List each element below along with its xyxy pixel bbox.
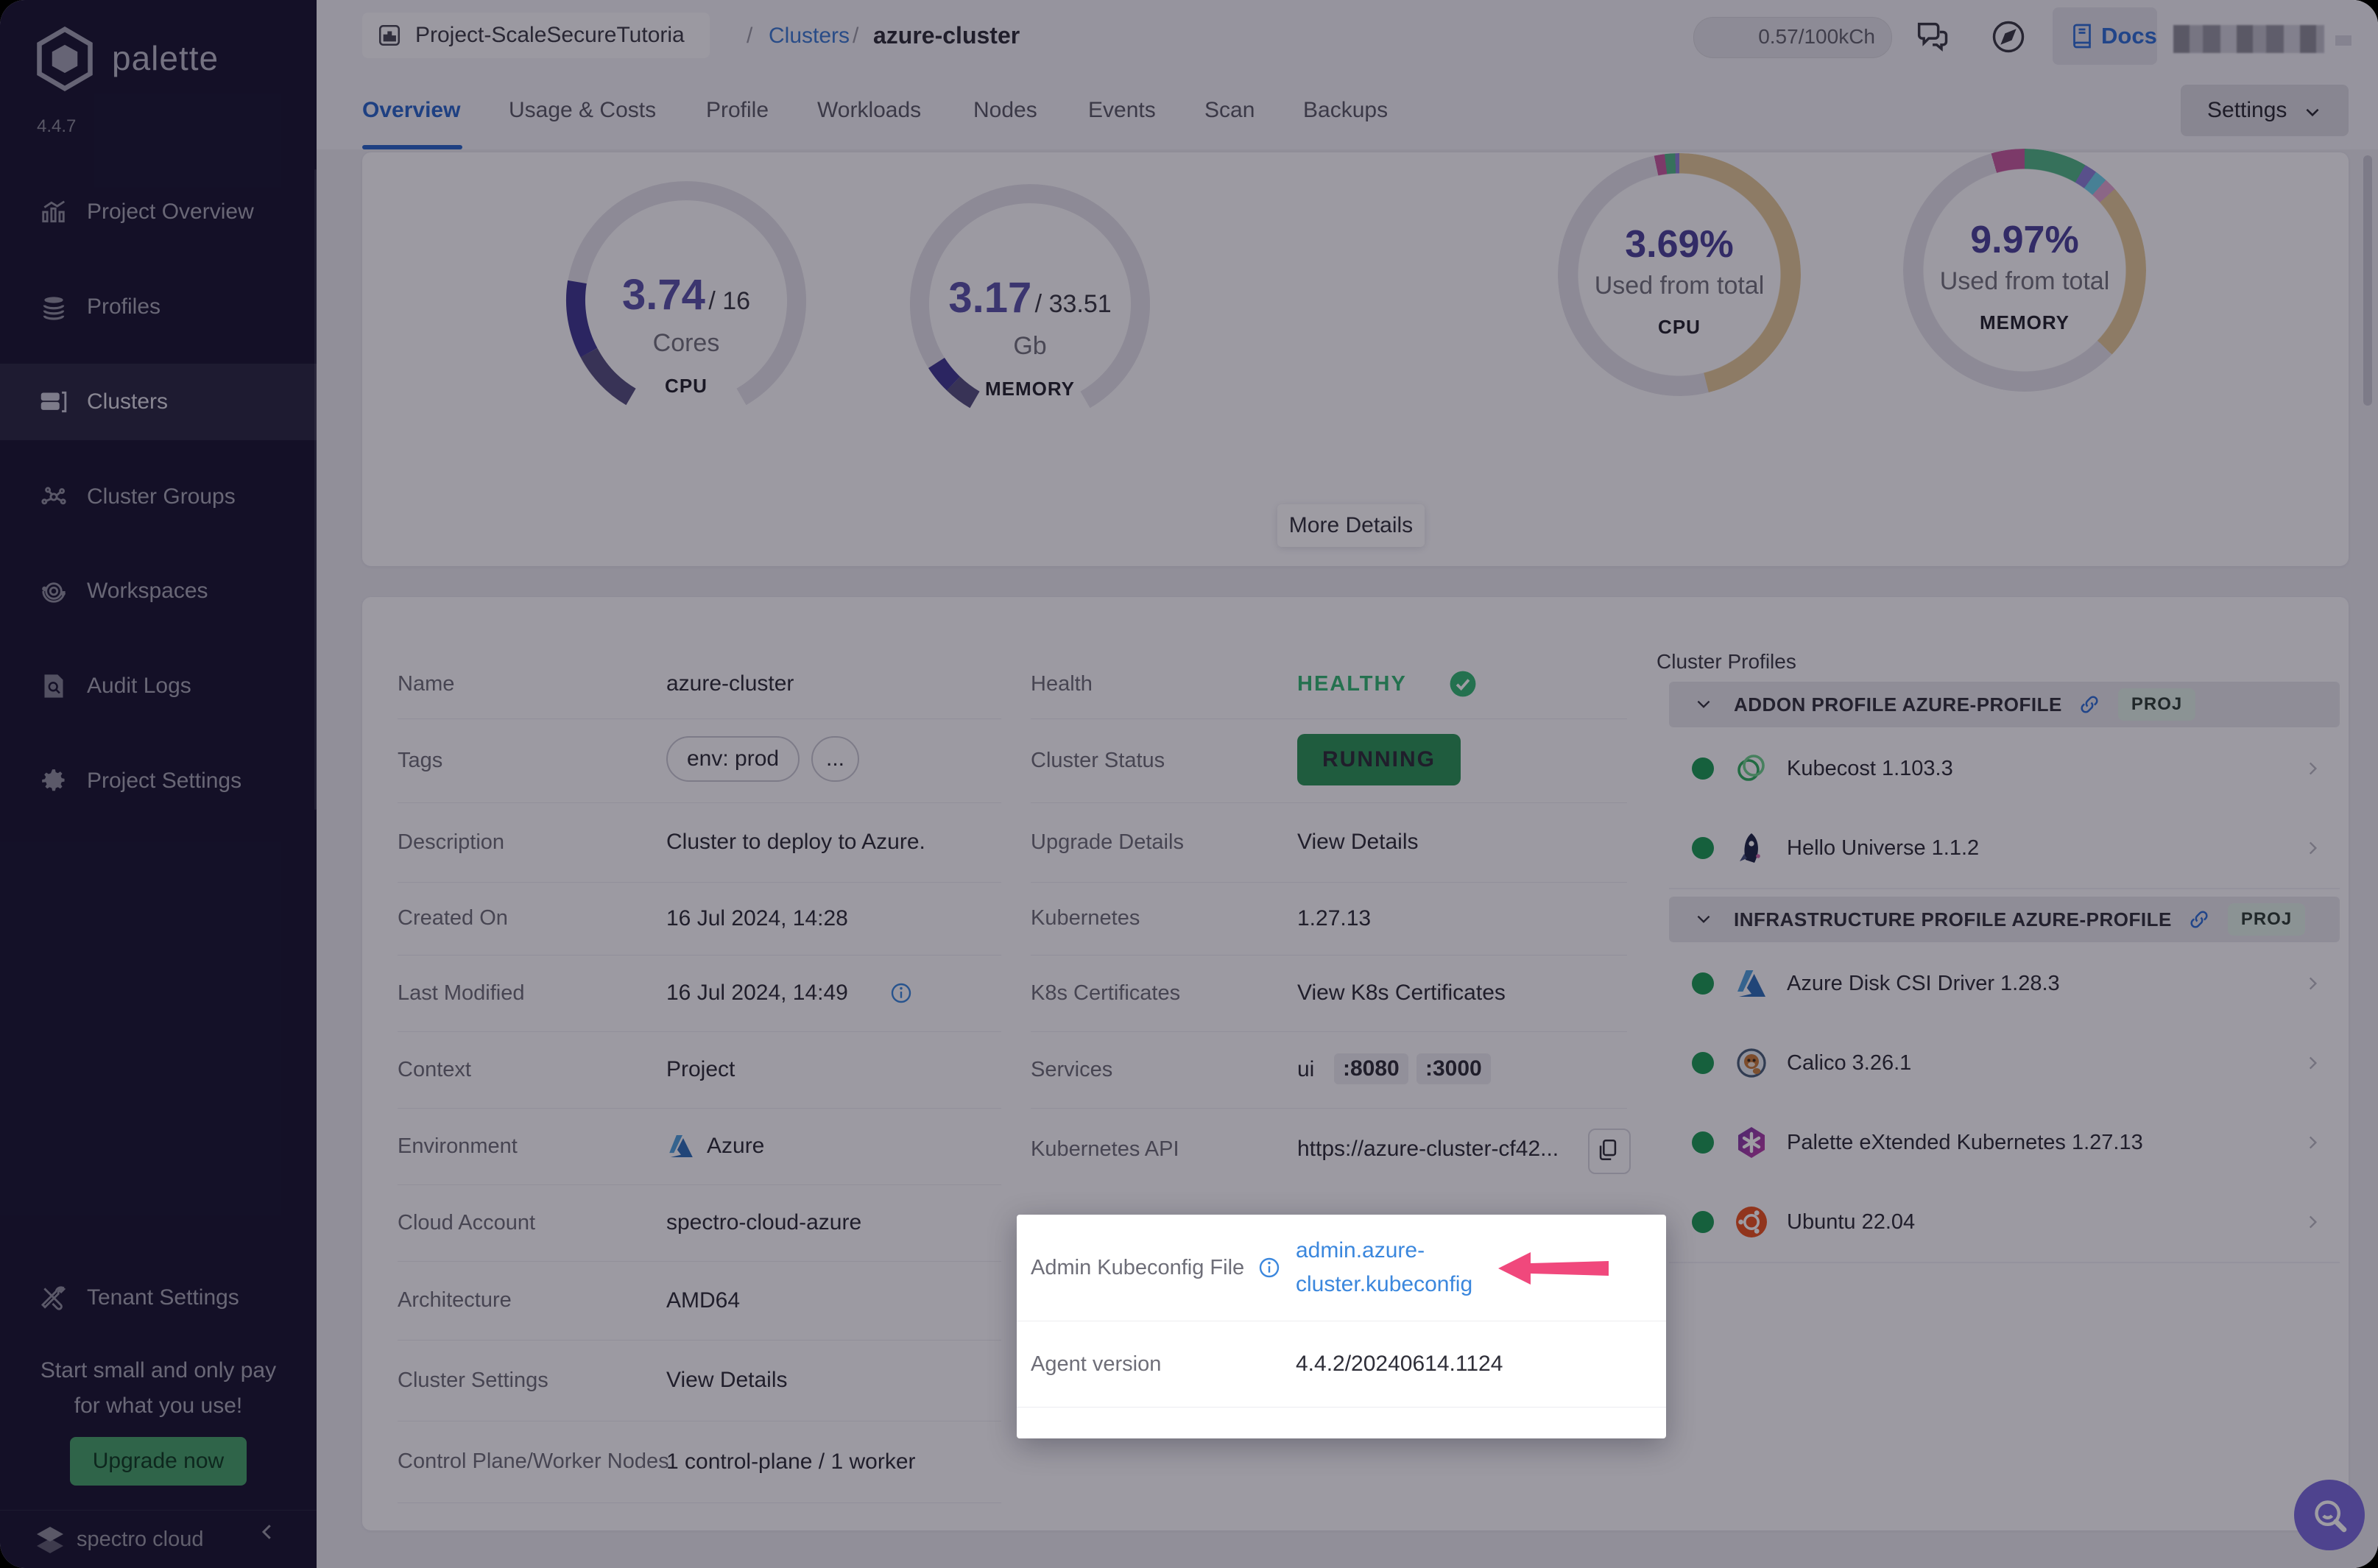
detail-label: Admin Kubeconfig File <box>1031 1215 1244 1321</box>
spotlight-admin-kubeconfig: Admin Kubeconfig File admin.azure- clust… <box>1017 1215 1666 1438</box>
kubeconfig-link-line2: cluster.kubeconfig <box>1296 1268 1472 1302</box>
detail-label: Agent version <box>1031 1321 1161 1407</box>
annotation-arrow-icon <box>1498 1249 1609 1291</box>
detail-row-agent-version: Agent version 4.4.2/20240614.1124 <box>1017 1321 1666 1408</box>
palette-app-window: palette 4.4.7 Project Overview Profiles … <box>0 0 2378 1568</box>
kubeconfig-link-line1: admin.azure- <box>1296 1234 1472 1268</box>
info-icon[interactable] <box>1257 1256 1281 1279</box>
agent-version-value: 4.4.2/20240614.1124 <box>1296 1321 1503 1407</box>
admin-kubeconfig-download-link[interactable]: admin.azure- cluster.kubeconfig <box>1296 1234 1472 1302</box>
